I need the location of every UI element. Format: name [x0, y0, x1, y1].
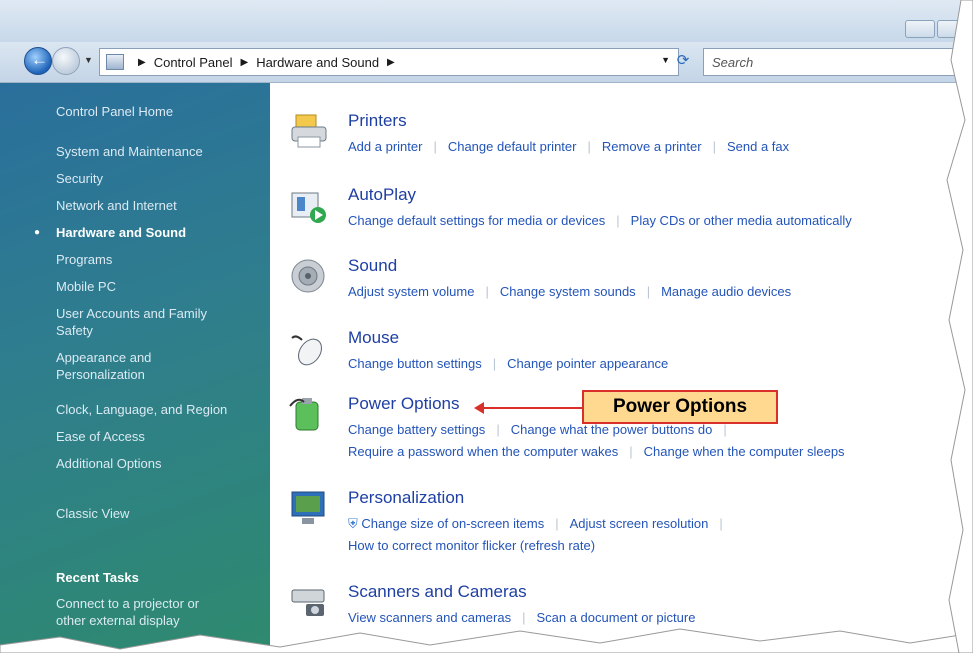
torn-edge-right	[946, 0, 973, 653]
category-title[interactable]: Mouse	[348, 328, 399, 348]
sidebar-item-appearance[interactable]: Appearance and Personalization	[56, 349, 196, 383]
minimize-button[interactable]	[905, 20, 935, 38]
category-title[interactable]: Sound	[348, 256, 397, 276]
task-links-row: Change button settings | Change pointer ap…	[348, 356, 669, 371]
address-toolbar: ▼ ▶ Control Panel ▶ Hardware and Sound ▶…	[0, 42, 973, 83]
search-box[interactable]	[703, 48, 973, 76]
shield-icon: ⛨	[348, 516, 358, 531]
sidebar-item-clock-language-region[interactable]: Clock, Language, and Region	[56, 401, 261, 418]
personalization-icon[interactable]	[288, 488, 332, 530]
task-pane: Control Panel Home System and Maintenanc…	[0, 83, 270, 653]
active-bullet-icon: ●	[34, 227, 41, 238]
sidebar-item-system-and-maintenance[interactable]: System and Maintenance	[56, 143, 261, 160]
sidebar-item-security[interactable]: Security	[56, 170, 261, 187]
link-change-system-sounds[interactable]: Change system sounds	[500, 284, 636, 299]
link-require-password-on-wake[interactable]: Require a password when the computer wak…	[348, 444, 618, 459]
sidebar-item-ease-of-access[interactable]: Ease of Access	[56, 428, 261, 445]
callout-arrow	[482, 407, 582, 409]
torn-edge-bottom	[0, 628, 973, 653]
link-adjust-screen-resolution[interactable]: Adjust screen resolution	[570, 516, 709, 531]
link-change-default-settings[interactable]: Change default settings for media or dev…	[348, 213, 605, 228]
chevron-right-icon[interactable]: ▶	[240, 57, 248, 68]
autoplay-icon[interactable]	[288, 185, 332, 227]
link-adjust-system-volume[interactable]: Adjust system volume	[348, 284, 474, 299]
category-title[interactable]: Scanners and Cameras	[348, 582, 527, 602]
sidebar-item-mobile-pc[interactable]: Mobile PC	[56, 278, 261, 295]
link-change-pointer-appearance[interactable]: Change pointer appearance	[507, 356, 668, 371]
power-options-callout: Power Options	[582, 390, 778, 424]
task-links-row: Add a printer | Change default printer | Rem…	[348, 139, 790, 154]
sidebar-item-programs[interactable]: Programs	[56, 251, 261, 268]
link-add-a-printer[interactable]: Add a printer	[348, 139, 422, 154]
forward-button[interactable]	[52, 47, 80, 75]
task-links-row: ⛨ Change size of on-screen items | Adjust …	[348, 516, 723, 531]
sidebar-item-control-panel-home[interactable]: Control Panel Home	[56, 103, 261, 120]
sidebar-item-classic-view[interactable]: Classic View	[56, 505, 261, 522]
search-input[interactable]	[704, 49, 964, 75]
category-title[interactable]: AutoPlay	[348, 185, 416, 205]
breadcrumb-hardware-and-sound[interactable]: Hardware and Sound	[256, 55, 379, 70]
sidebar-item-hardware-and-sound[interactable]: Hardware and Sound	[56, 224, 261, 241]
link-change-power-buttons[interactable]: Change what the power buttons do	[511, 422, 713, 437]
link-change-button-settings[interactable]: Change button settings	[348, 356, 482, 371]
category-title[interactable]: Personalization	[348, 488, 464, 508]
sidebar-item-additional-options[interactable]: Additional Options	[56, 455, 261, 472]
breadcrumb-control-panel[interactable]: Control Panel	[154, 55, 233, 70]
link-change-default-printer[interactable]: Change default printer	[448, 139, 577, 154]
recent-tasks-heading: Recent Tasks	[56, 570, 139, 585]
back-button[interactable]	[24, 47, 52, 75]
category-title[interactable]: Power Options	[348, 394, 460, 414]
link-remove-a-printer[interactable]: Remove a printer	[602, 139, 702, 154]
category-title[interactable]: Printers	[348, 111, 407, 131]
link-play-cds[interactable]: Play CDs or other media automatically	[631, 213, 852, 228]
control-panel-icon	[106, 54, 124, 70]
task-links-row: Adjust system volume | Change system sound…	[348, 284, 792, 299]
address-field[interactable]: ▶ Control Panel ▶ Hardware and Sound ▶ ▼	[99, 48, 679, 76]
main-content: Printers Add a printer | Change default pr…	[270, 83, 973, 653]
link-manage-audio-devices[interactable]: Manage audio devices	[661, 284, 791, 299]
task-links-row: How to correct monitor flicker (refresh …	[348, 538, 595, 553]
printer-icon[interactable]	[288, 111, 332, 153]
chevron-right-icon[interactable]: ▶	[387, 57, 395, 68]
title-bar	[0, 0, 973, 42]
sidebar-item-user-accounts[interactable]: User Accounts and Family Safety	[56, 305, 236, 339]
task-links-row: Change default settings for media or dev…	[348, 213, 852, 228]
task-links-row: Require a password when the computer wak…	[348, 444, 845, 459]
link-change-battery-settings[interactable]: Change battery settings	[348, 422, 485, 437]
link-send-a-fax[interactable]: Send a fax	[727, 139, 789, 154]
recent-pages-dropdown-icon[interactable]: ▼	[84, 55, 93, 65]
link-change-size-of-items[interactable]: Change size of on-screen items	[361, 516, 544, 531]
task-links-row: Change battery settings | Change what the …	[348, 422, 727, 437]
power-options-icon[interactable]	[288, 394, 332, 436]
link-correct-monitor-flicker[interactable]: How to correct monitor flicker (refresh …	[348, 538, 595, 553]
speaker-icon[interactable]	[288, 256, 332, 298]
mouse-icon[interactable]	[288, 328, 332, 370]
chevron-right-icon[interactable]: ▶	[138, 57, 146, 68]
sidebar-item-network-and-internet[interactable]: Network and Internet	[56, 197, 261, 214]
control-panel-window: ▼ ▶ Control Panel ▶ Hardware and Sound ▶…	[0, 0, 973, 653]
link-change-when-computer-sleeps[interactable]: Change when the computer sleeps	[644, 444, 845, 459]
refresh-button[interactable]: ⟳	[668, 48, 698, 74]
scanner-icon[interactable]	[288, 582, 332, 624]
